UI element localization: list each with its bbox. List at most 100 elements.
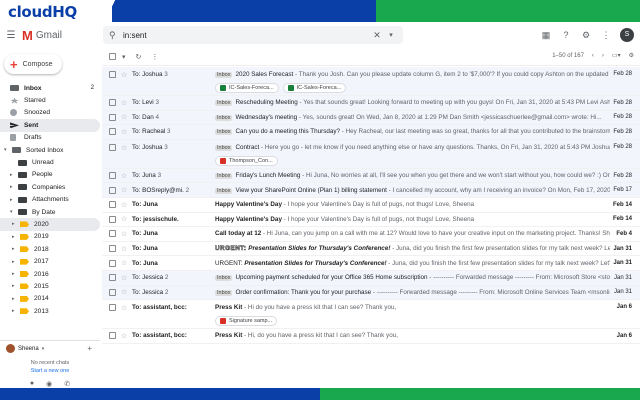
inbox-badge[interactable]: Inbox (215, 173, 233, 180)
sidebar-item-inbox[interactable]: Inbox 2 (0, 82, 100, 94)
row-checkbox[interactable] (109, 99, 116, 107)
expand-caret-icon[interactable]: ▸ (12, 221, 20, 227)
expand-caret-icon[interactable]: ▸ (12, 259, 20, 265)
message-row[interactable]: ☆ To: Jessica 2 Inbox Order confirmation: T… (102, 285, 640, 301)
star-icon[interactable]: ☆ (121, 230, 127, 238)
row-checkbox[interactable] (109, 274, 116, 282)
message-row[interactable]: ☆ To: assistant, bcc: Press Kit - Hi, do … (102, 329, 640, 344)
select-dropdown-icon[interactable]: ▾ (122, 53, 126, 61)
sidebar-item-unread[interactable]: Unread (0, 156, 100, 168)
star-icon[interactable]: ☆ (121, 113, 127, 121)
chat-user[interactable]: Sheena ▾ + (0, 344, 100, 353)
clear-search-icon[interactable]: ✕ (369, 30, 385, 41)
row-checkbox[interactable] (109, 230, 116, 238)
row-checkbox[interactable] (109, 113, 116, 121)
star-icon[interactable]: ☆ (121, 71, 127, 79)
expand-caret-icon[interactable]: ▸ (12, 246, 20, 252)
hangouts-icon[interactable]: ◉ (46, 380, 52, 388)
collapse-caret-icon[interactable]: ▾ (10, 209, 18, 215)
attachment-chip[interactable]: IC-Sales-Foreca... (215, 83, 279, 93)
gmail-logo[interactable]: M Gmail (22, 28, 100, 43)
message-row[interactable]: ☆ To: Dan 4 Inbox Wednesday's meeting - Yes… (102, 110, 640, 126)
apps-grid-icon[interactable]: ⋮ (600, 29, 612, 41)
collapse-caret-icon[interactable]: ▾ (4, 147, 12, 153)
message-row[interactable]: ☆ To: BOSreply@mi. 2 Inbox View your ShareP… (102, 183, 640, 198)
star-icon[interactable]: ☆ (121, 274, 127, 282)
sidebar-item-people[interactable]: ▸ People (0, 169, 100, 181)
help-icon[interactable]: ? (560, 29, 572, 41)
message-row[interactable]: ☆ To: Levi 3 Inbox Rescheduling Meeting - Y… (102, 96, 640, 111)
row-checkbox[interactable] (109, 201, 116, 209)
message-row[interactable]: ☆ To: Juna Call today at 12 - Hi Juna, ca… (102, 227, 640, 242)
sidebar-item-2020[interactable]: ▸ 2020 (0, 218, 100, 231)
row-checkbox[interactable] (109, 215, 116, 223)
compose-button[interactable]: + Compose (4, 54, 62, 74)
sidebar-item-drafts[interactable]: Drafts (0, 132, 100, 144)
prev-page-icon[interactable]: ‹ (592, 53, 594, 59)
expand-caret-icon[interactable]: ▸ (10, 172, 18, 178)
expand-caret-icon[interactable]: ▸ (10, 197, 18, 203)
row-checkbox[interactable] (109, 71, 116, 78)
search-input[interactable] (123, 30, 369, 40)
list-settings-icon[interactable]: ⚙ (629, 52, 634, 59)
star-icon[interactable]: ☆ (121, 304, 127, 312)
message-row[interactable]: ☆ To: Juna URGENT: Presentation Slides fo… (102, 242, 640, 257)
new-chat-icon[interactable]: + (87, 344, 92, 353)
row-checkbox[interactable] (109, 128, 116, 136)
star-icon[interactable]: ☆ (121, 259, 127, 267)
row-checkbox[interactable] (109, 288, 116, 296)
sidebar-item-2014[interactable]: ▸ 2014 (0, 293, 100, 305)
sidebar-item-sent[interactable]: Sent (0, 119, 100, 132)
message-row[interactable]: ☆ To: jessischule. Happy Valentine's Day … (102, 213, 640, 228)
search-options-icon[interactable]: ▾ (385, 31, 397, 39)
inbox-badge[interactable]: Inbox (215, 187, 233, 194)
expand-caret-icon[interactable]: ▸ (12, 308, 20, 314)
sidebar-item-2013[interactable]: ▸ 2013 (0, 305, 100, 317)
message-row[interactable]: ☆ To: Racheal 3 Inbox Can you do a meeting … (102, 125, 640, 140)
more-options-icon[interactable]: ⋮ (151, 53, 158, 61)
row-checkbox[interactable] (109, 304, 116, 312)
inbox-badge[interactable]: Inbox (215, 275, 233, 282)
inbox-badge[interactable]: Inbox (215, 289, 233, 296)
attachment-chip[interactable]: Signature samp... (215, 316, 278, 327)
message-row[interactable]: ☆ To: Jessica 2 Inbox Upcoming payment sche… (102, 270, 640, 286)
star-icon[interactable]: ☆ (121, 99, 127, 107)
message-row[interactable]: ☆ To: Juna 3 Inbox Friday's Lunch Meeting -… (102, 168, 640, 184)
sidebar-item-2015[interactable]: ▸ 2015 (0, 280, 100, 292)
sidebar-item-2019[interactable]: ▸ 2019 (0, 231, 100, 243)
expand-caret-icon[interactable]: ▸ (12, 234, 20, 240)
star-icon[interactable]: ☆ (121, 128, 127, 136)
message-row[interactable]: ☆ To: Joshua 3 Inbox 2020 Sales Forecast - … (102, 67, 640, 96)
hamburger-menu-icon[interactable]: ☰ (0, 30, 22, 41)
row-checkbox[interactable] (109, 332, 116, 340)
select-all-checkbox[interactable] (109, 53, 116, 60)
star-icon[interactable]: ☆ (121, 172, 127, 180)
inbox-badge[interactable]: Inbox (215, 72, 233, 78)
inbox-badge[interactable]: Inbox (215, 144, 233, 151)
star-icon[interactable]: ☆ (121, 201, 127, 209)
star-icon[interactable]: ☆ (121, 186, 127, 194)
star-icon[interactable]: ☆ (121, 332, 127, 340)
chat-start-link[interactable]: Start a new one (0, 368, 100, 374)
expand-caret-icon[interactable]: ▸ (12, 296, 20, 302)
expand-caret-icon[interactable]: ▸ (12, 283, 20, 289)
attachment-chip[interactable]: IC-Sales-Foreca... (282, 83, 347, 93)
star-icon[interactable]: ☆ (121, 215, 127, 223)
chat-dropdown-icon[interactable]: ▾ (42, 346, 45, 352)
message-row[interactable]: ☆ To: assistant, bcc: Press Kit - Hi do y… (102, 300, 640, 330)
expand-caret-icon[interactable]: ▸ (12, 271, 20, 277)
row-checkbox[interactable] (109, 186, 116, 194)
message-row[interactable]: ☆ To: Juna Happy Valentine's Day - I hope… (102, 198, 640, 213)
sidebar-item-2016[interactable]: ▸ 2016 (0, 268, 100, 280)
sidebar-item-starred[interactable]: Starred (0, 94, 100, 106)
sidebar-item-attachments[interactable]: ▸ Attachments (0, 194, 100, 206)
attachment-chip[interactable]: Thompson_Con... (215, 155, 278, 166)
refresh-icon[interactable]: ↻ (136, 53, 142, 61)
search-icon[interactable]: ⚲ (109, 30, 123, 41)
person-icon[interactable]: ● (30, 380, 34, 388)
phone-icon[interactable]: ✆ (64, 380, 70, 388)
sidebar-item-2017[interactable]: ▸ 2017 (0, 255, 100, 267)
row-checkbox[interactable] (109, 143, 116, 151)
input-tools-icon[interactable]: ▭▾ (612, 52, 621, 59)
row-checkbox[interactable] (109, 259, 116, 267)
